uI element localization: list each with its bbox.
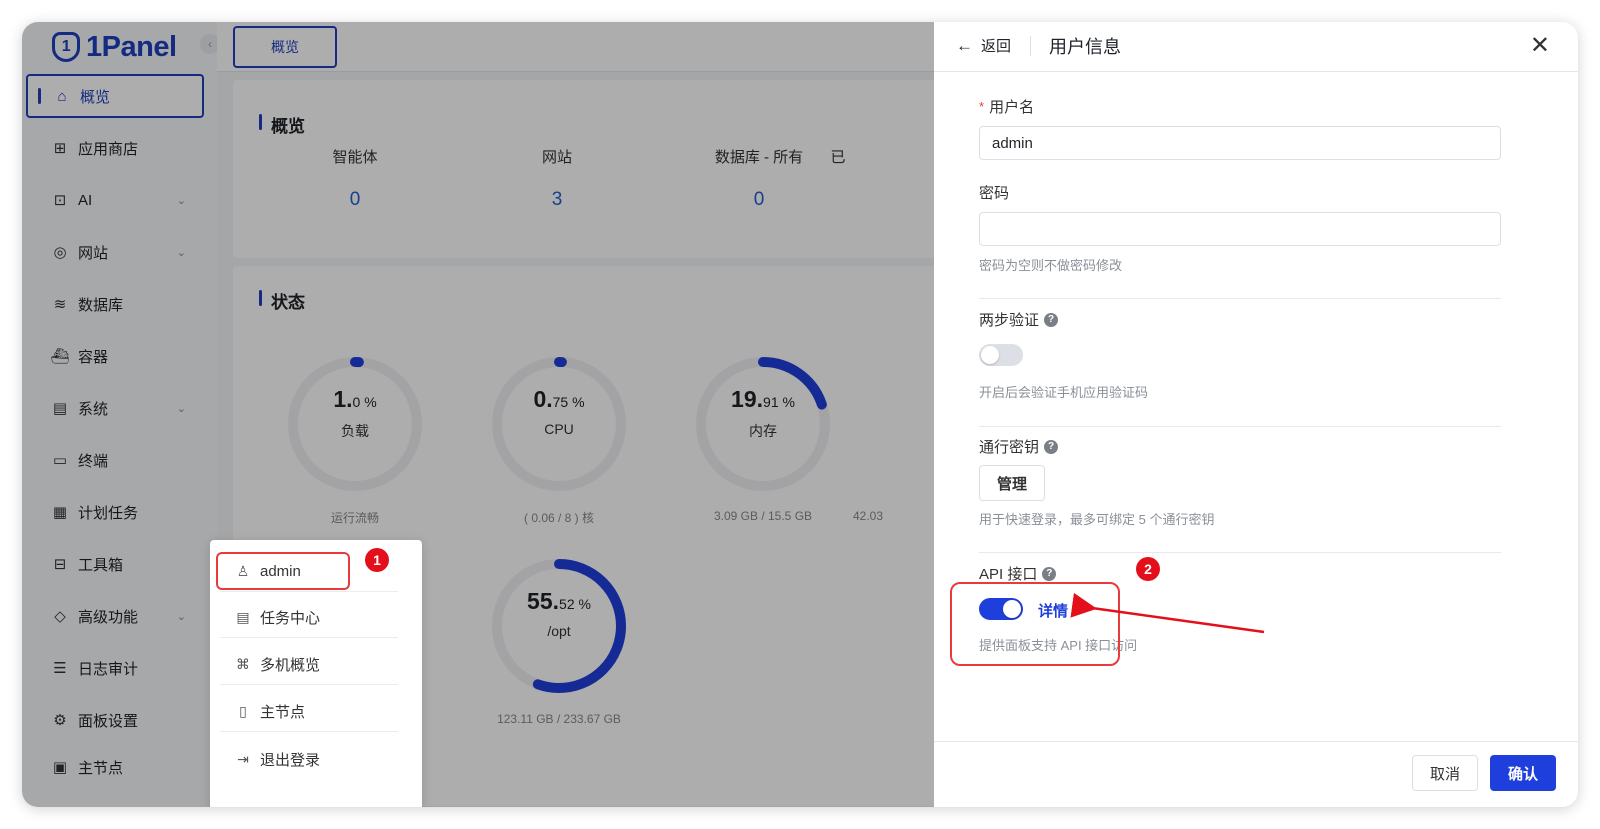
- confirm-button[interactable]: 确认: [1490, 755, 1556, 791]
- annotation-highlight-admin: [216, 552, 350, 590]
- drawer-footer: 取消 确认: [934, 741, 1578, 807]
- required-mark: *: [979, 99, 985, 114]
- app-window: 1 1Panel ‹ ⌂ 概览 ⊞ 应用商店 ⊡ AI ⌄ ◎ 网站 ⌄ ≋ 数据库 ⛴ 容器 …: [22, 22, 1578, 807]
- twofa-hint: 开启后会验证手机应用验证码: [979, 385, 1149, 400]
- menu-item-label: 主节点: [260, 704, 306, 721]
- cancel-button[interactable]: 取消: [1412, 755, 1478, 791]
- user-menu-item-logout[interactable]: ⇥ 退出登录: [220, 739, 398, 779]
- username-label-text: 用户名: [989, 99, 1035, 116]
- divider: [979, 298, 1501, 299]
- api-label: API 接口?: [979, 563, 1057, 584]
- twofa-toggle[interactable]: [979, 344, 1023, 366]
- user-menu-item-multi-host[interactable]: ⌘ 多机概览: [220, 645, 398, 685]
- annotation-highlight-api: [950, 582, 1120, 666]
- help-icon[interactable]: ?: [1042, 566, 1057, 581]
- logout-icon: ⇥: [237, 750, 249, 767]
- cluster-icon: ⌘: [236, 656, 250, 672]
- username-input[interactable]: [979, 126, 1501, 160]
- user-info-drawer: ← 返回 用户信息 ✕ * 用户名 密码 密码为空则不做密码修改 两步验证? 开启后…: [934, 22, 1578, 807]
- passkey-label-text: 通行密钥: [979, 439, 1040, 456]
- back-button[interactable]: ← 返回: [956, 35, 1011, 56]
- user-menu-item-task-center[interactable]: ▤ 任务中心: [220, 598, 398, 638]
- username-label: * 用户名: [979, 96, 1034, 117]
- api-label-text: API 接口: [979, 566, 1038, 583]
- help-icon[interactable]: ?: [1044, 312, 1059, 327]
- close-icon[interactable]: ✕: [1530, 31, 1550, 60]
- password-label: 密码: [979, 185, 1010, 202]
- divider: [979, 426, 1501, 427]
- twofa-label: 两步验证?: [979, 309, 1059, 330]
- passkey-hint: 用于快速登录，最多可绑定 5 个通行密钥: [979, 512, 1215, 527]
- arrow-left-icon: ←: [956, 35, 973, 55]
- password-input[interactable]: [979, 212, 1501, 246]
- passkey-label: 通行密钥?: [979, 436, 1059, 457]
- password-hint: 密码为空则不做密码修改: [979, 258, 1123, 273]
- passkey-manage-button[interactable]: 管理: [979, 465, 1045, 501]
- user-menu-item-master-node[interactable]: ▯ 主节点: [220, 692, 398, 732]
- phone-icon: ▯: [239, 703, 247, 719]
- menu-item-label: 退出登录: [260, 751, 321, 769]
- divider: [979, 552, 1501, 553]
- toggle-knob: [981, 346, 999, 364]
- user-menu-popup: ♙ admin ▤ 任务中心 ⌘ 多机概览 ▯ 主节点 ⇥ 退出登录: [210, 540, 422, 807]
- drawer-header: ← 返回 用户信息 ✕: [934, 22, 1578, 72]
- help-icon[interactable]: ?: [1044, 439, 1059, 454]
- twofa-label-text: 两步验证: [979, 312, 1040, 329]
- header-divider: [1030, 36, 1031, 56]
- task-icon: ▤: [236, 609, 250, 625]
- modal-overlay[interactable]: [22, 22, 937, 807]
- step-badge-1: 1: [365, 548, 389, 572]
- step-badge-2: 2: [1136, 557, 1160, 581]
- back-label: 返回: [981, 38, 1012, 55]
- menu-item-label: 多机概览: [260, 657, 321, 674]
- drawer-title: 用户信息: [1049, 37, 1121, 57]
- menu-item-label: 任务中心: [260, 610, 321, 627]
